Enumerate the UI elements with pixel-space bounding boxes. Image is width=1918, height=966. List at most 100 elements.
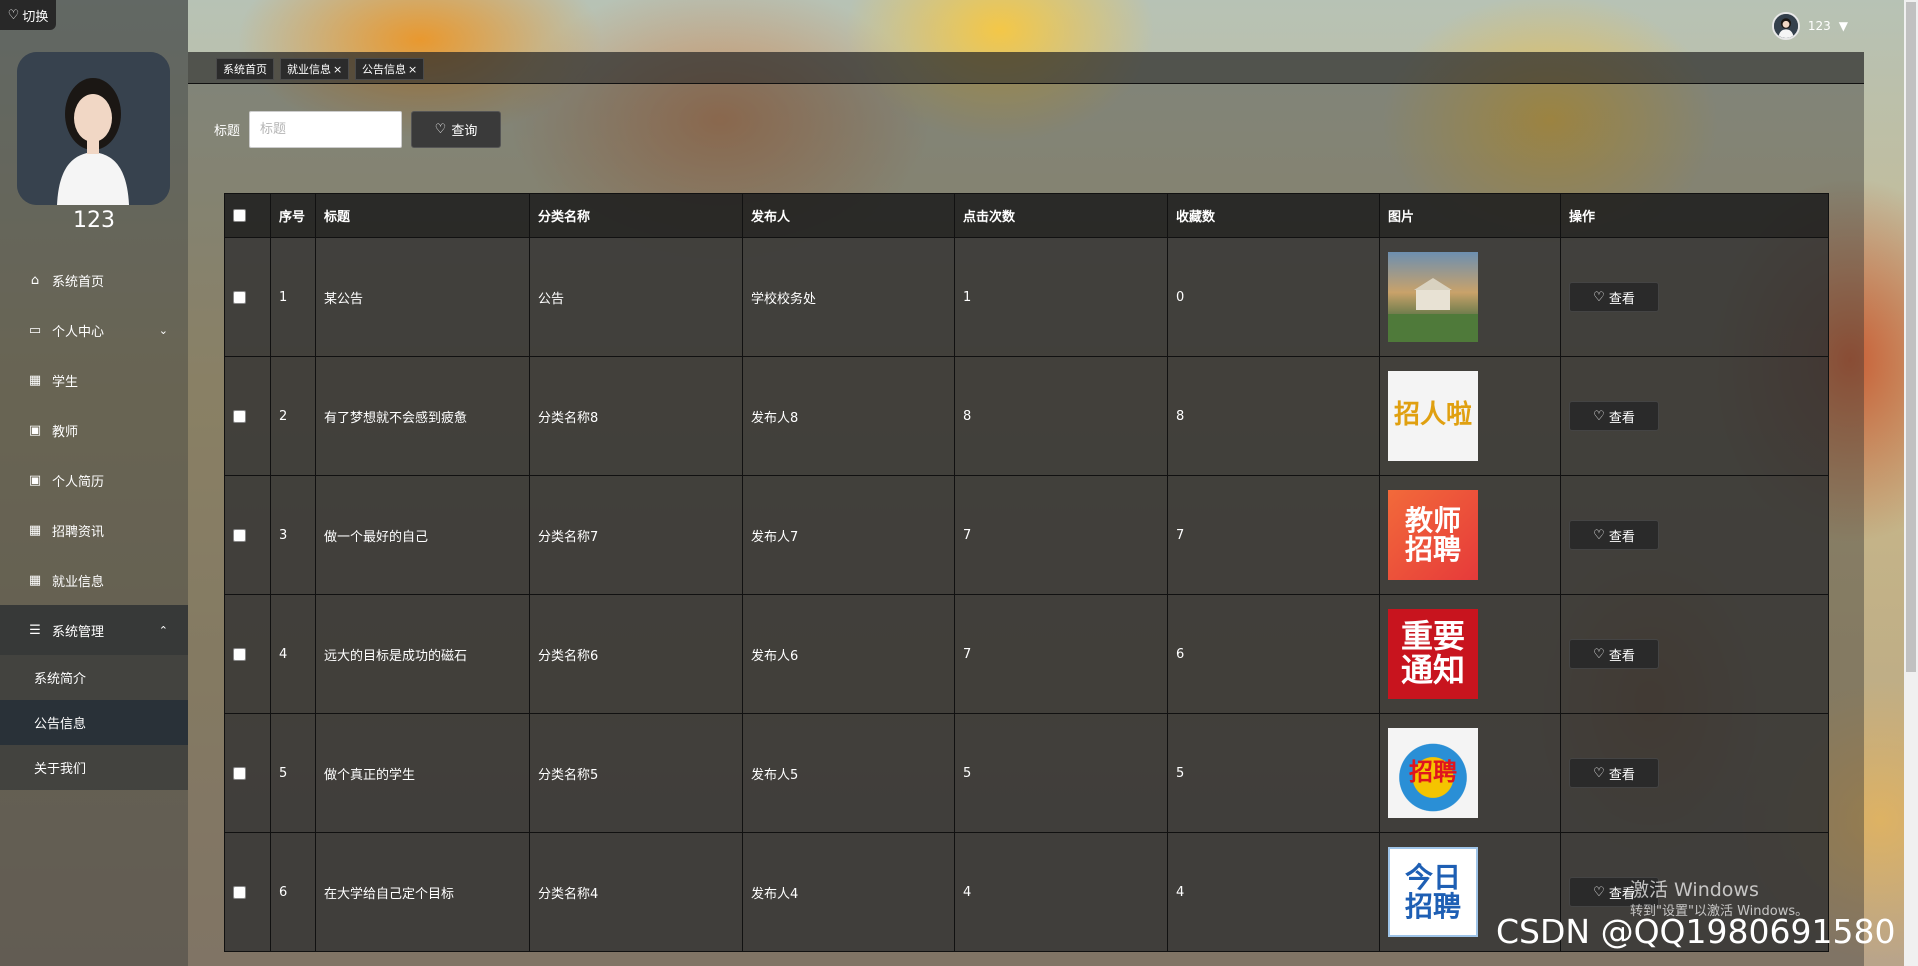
title-search-input[interactable] <box>249 111 402 148</box>
csdn-watermark: CSDN @QQ1980691580 <box>1496 912 1896 951</box>
cell-title: 远大的目标是成功的磁石 <box>315 594 530 714</box>
view-button[interactable]: ♡ 查看 <box>1569 639 1659 669</box>
cell-title: 做个真正的学生 <box>315 713 530 833</box>
table-row: 4 远大的目标是成功的磁石 分类名称6 发布人6 7 6 重要通知 ♡ 查看 <box>224 594 1829 714</box>
page-scrollbar[interactable] <box>1904 0 1918 966</box>
sidebar-item-employment[interactable]: ▦ 就业信息 <box>0 555 188 605</box>
sidebar-item-resume[interactable]: ▣ 个人简历 <box>0 455 188 505</box>
view-button-label: 查看 <box>1608 767 1635 783</box>
view-button[interactable]: ♡ 查看 <box>1569 758 1659 788</box>
sidebar-item-label: 个人中心 <box>52 324 105 340</box>
table-row: 3 做一个最好的自己 分类名称7 发布人7 7 7 教师招聘 ♡ 查看 <box>224 475 1829 595</box>
cell-favs: 0 <box>1167 237 1380 357</box>
cell-category: 分类名称5 <box>529 713 743 833</box>
cell-no: 3 <box>270 475 316 595</box>
menu-icon: ☰ <box>29 622 41 638</box>
sidebar-item-label: 系统管理 <box>52 624 105 640</box>
cell-title: 做一个最好的自己 <box>315 475 530 595</box>
windows-activation-watermark: 激活 Windows <box>1630 879 1759 901</box>
user-menu[interactable]: 123 ▼ <box>1771 12 1848 40</box>
row-checkbox[interactable] <box>233 409 246 423</box>
cell-publisher: 发布人7 <box>742 475 955 595</box>
heart-icon: ♡ <box>1593 884 1605 900</box>
sidebar-item-home[interactable]: ⌂ 系统首页 <box>0 255 188 305</box>
close-icon[interactable]: × <box>408 63 417 76</box>
sidebar: ♡ 切换 123 ⌂ 系统首页 ▭ 个人中心 ⌄ ▦ 学生 ▣ 教师 ▣ 个人简… <box>0 0 188 966</box>
tab-label: 就业信息 <box>287 63 331 76</box>
heart-icon: ♡ <box>1593 765 1605 781</box>
scrollbar-thumb[interactable] <box>1906 2 1916 672</box>
sidebar-item-label: 教师 <box>52 424 79 440</box>
submenu-item-about[interactable]: 关于我们 <box>0 745 188 790</box>
table-row: 1 某公告 公告 学校校务处 1 0 ♡ 查看 <box>224 237 1829 357</box>
select-all-checkbox[interactable] <box>233 209 246 222</box>
switch-button[interactable]: ♡ 切换 <box>0 0 56 30</box>
sidebar-item-recruit-news[interactable]: ▦ 招聘资讯 <box>0 505 188 555</box>
campus-building-image <box>1388 252 1478 342</box>
search-label: 标题 <box>214 124 241 139</box>
cell-category: 分类名称4 <box>529 832 743 952</box>
recruit-badge-image: 招聘 <box>1388 728 1478 818</box>
column-header: 发布人 <box>742 193 955 238</box>
system-submenu: 系统简介 公告信息 关于我们 <box>0 655 188 790</box>
row-checkbox[interactable] <box>233 290 246 304</box>
tab-employment[interactable]: 就业信息 × <box>280 58 350 80</box>
image-text: 招人啦 <box>1393 400 1472 431</box>
avatar <box>17 52 170 205</box>
row-checkbox[interactable] <box>233 766 246 780</box>
cell-favs: 8 <box>1167 356 1380 476</box>
cell-no: 5 <box>270 713 316 833</box>
heart-icon: ♡ <box>1593 527 1605 543</box>
view-button[interactable]: ♡ 查看 <box>1569 282 1659 312</box>
grid-icon: ▦ <box>28 572 42 588</box>
cell-clicks: 1 <box>954 237 1168 357</box>
grid-icon: ▦ <box>28 372 42 388</box>
close-icon[interactable]: × <box>333 63 342 76</box>
chevron-down-icon: ⌄ <box>158 323 168 337</box>
heart-icon: ♡ <box>1593 289 1605 305</box>
cell-clicks: 7 <box>954 594 1168 714</box>
caret-down-icon: ▼ <box>1838 19 1848 33</box>
cell-no: 4 <box>270 594 316 714</box>
tab-label: 系统首页 <box>223 63 267 76</box>
top-username: 123 <box>1807 19 1831 33</box>
row-checkbox[interactable] <box>233 647 246 661</box>
query-button[interactable]: ♡ 查询 <box>411 111 501 148</box>
sidebar-item-label: 个人简历 <box>52 474 105 490</box>
sidebar-item-personal-center[interactable]: ▭ 个人中心 ⌄ <box>0 305 188 355</box>
cell-clicks: 5 <box>954 713 1168 833</box>
tab-notices[interactable]: 公告信息 × <box>355 58 425 80</box>
row-checkbox[interactable] <box>233 885 246 899</box>
view-button[interactable]: ♡ 查看 <box>1569 520 1659 550</box>
heart-icon: ♡ <box>1593 646 1605 662</box>
cell-favs: 5 <box>1167 713 1380 833</box>
user-avatar-small <box>1771 12 1800 40</box>
chevron-up-icon: ⌃ <box>158 623 168 637</box>
sidebar-item-student[interactable]: ▦ 学生 <box>0 355 188 405</box>
tab-home[interactable]: 系统首页 <box>216 58 274 80</box>
sidebar-item-system-management[interactable]: ☰ 系统管理 ⌃ <box>0 605 188 655</box>
view-button[interactable]: ♡ 查看 <box>1569 401 1659 431</box>
submenu-item-intro[interactable]: 系统简介 <box>0 655 188 700</box>
recruit-logo-image: 招人啦 <box>1388 371 1478 461</box>
column-header: 点击次数 <box>954 193 1168 238</box>
table-header-row: 序号 标题 分类名称 发布人 点击次数 收藏数 图片 操作 <box>224 193 1829 238</box>
row-checkbox[interactable] <box>233 528 246 542</box>
important-notice-image: 重要通知 <box>1388 609 1478 699</box>
cell-title: 在大学给自己定个目标 <box>315 832 530 952</box>
clipboard-icon: ▣ <box>28 472 42 488</box>
submenu-item-notices[interactable]: 公告信息 <box>0 700 188 745</box>
today-recruit-image: 今日招聘 <box>1388 847 1478 937</box>
view-button-label: 查看 <box>1608 529 1635 545</box>
home-icon: ⌂ <box>30 272 40 288</box>
cell-no: 2 <box>270 356 316 476</box>
select-all-cell <box>224 193 271 238</box>
sidebar-item-label: 招聘资讯 <box>52 524 105 540</box>
cell-clicks: 8 <box>954 356 1168 476</box>
cell-category: 分类名称6 <box>529 594 743 714</box>
view-button-label: 查看 <box>1608 410 1635 426</box>
sidebar-item-teacher[interactable]: ▣ 教师 <box>0 405 188 455</box>
sidebar-menu: ⌂ 系统首页 ▭ 个人中心 ⌄ ▦ 学生 ▣ 教师 ▣ 个人简历 ▦ 招聘资讯 … <box>0 255 188 790</box>
cell-favs: 6 <box>1167 594 1380 714</box>
heart-icon: ♡ <box>7 7 20 23</box>
